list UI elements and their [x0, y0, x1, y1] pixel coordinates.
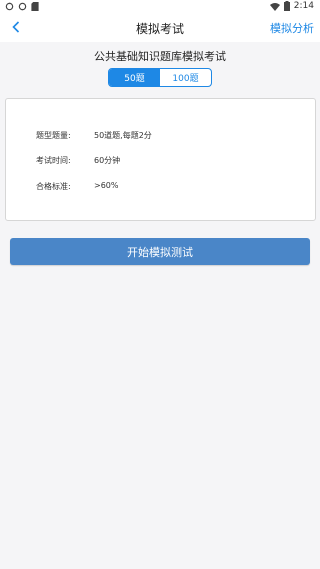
battery-icon: [283, 1, 290, 11]
info-row-pass-standard: 合格标准: >60%: [36, 181, 118, 192]
exam-subject-title: 公共基础知识题库模拟考试: [94, 50, 226, 63]
wifi-icon: [269, 2, 280, 11]
info-value: 50道题,每题2分: [94, 131, 152, 140]
question-count-selector: 50题 100题: [108, 68, 212, 87]
sync-icon: [18, 2, 27, 11]
info-row-question-count: 题型题量: 50道题,每题2分: [36, 130, 152, 141]
sync-icon: [5, 2, 14, 11]
start-mock-test-button[interactable]: 开始模拟测试: [10, 238, 310, 265]
info-label: 考试时间:: [36, 156, 71, 165]
tab-50-questions[interactable]: 50题: [109, 69, 160, 86]
app-bar: 模拟考试 模拟分析: [0, 14, 320, 42]
info-value: >60%: [94, 181, 119, 190]
status-bar: 2:14: [0, 0, 320, 14]
exam-info-card: 题型题量: 50道题,每题2分 考试时间: 60分钟 合格标准: >60%: [5, 98, 316, 221]
analysis-button[interactable]: 模拟分析: [270, 20, 314, 36]
info-row-exam-time: 考试时间: 60分钟: [36, 155, 120, 166]
info-label: 题型题量:: [36, 131, 71, 140]
info-value: 60分钟: [94, 156, 121, 165]
sd-card-icon: [31, 2, 39, 11]
tab-100-questions[interactable]: 100题: [160, 69, 211, 86]
status-left-icons: [5, 2, 39, 11]
status-time: 2:14: [293, 1, 314, 11]
info-label: 合格标准:: [36, 182, 71, 191]
status-right-icons: 2:14: [269, 1, 314, 11]
